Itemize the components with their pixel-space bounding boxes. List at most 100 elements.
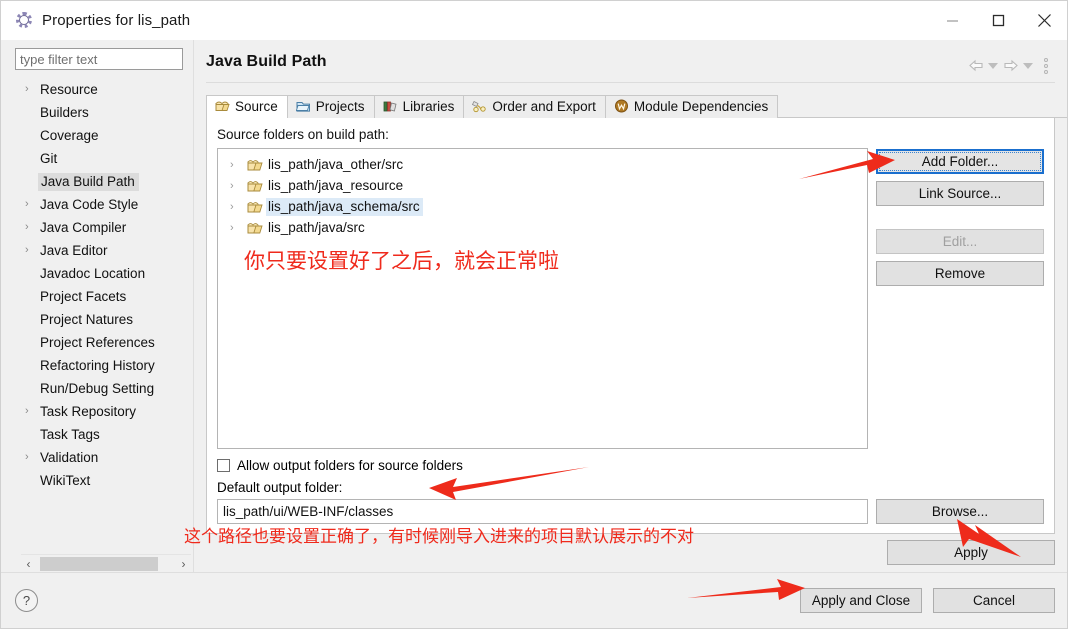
sidebar-item-git[interactable]: Git — [15, 147, 193, 170]
tab-libraries[interactable]: Libraries — [373, 95, 465, 118]
sidebar-item-wikitext[interactable]: WikiText — [15, 469, 193, 492]
sidebar-item-builders[interactable]: Builders — [15, 101, 193, 124]
link-source-button[interactable]: Link Source... — [876, 181, 1044, 206]
scroll-left-icon[interactable]: ‹ — [21, 556, 36, 571]
libraries-icon — [383, 99, 398, 114]
cancel-label: Cancel — [972, 593, 1016, 608]
source-folder-icon — [247, 158, 263, 172]
apply-and-close-button[interactable]: Apply and Close — [800, 588, 922, 613]
expand-chevron-right-icon[interactable]: › — [230, 201, 247, 213]
tab-bar[interactable]: Source Projects Libraries Order and Export M… — [206, 94, 1067, 118]
sidebar-item-project-references[interactable]: Project References — [15, 331, 193, 354]
default-output-folder-input[interactable] — [217, 499, 868, 524]
sidebar-horizontal-scrollbar[interactable]: ‹ › — [21, 554, 191, 572]
sidebar-item-label: Coverage — [40, 128, 99, 143]
source-folder-icon — [247, 179, 263, 193]
add-folder-button[interactable]: Add Folder... — [876, 149, 1044, 174]
tab-module-dependencies[interactable]: Module Dependencies — [604, 95, 779, 118]
page-title: Java Build Path — [206, 53, 327, 70]
default-output-folder-label: Default output folder: — [217, 480, 343, 495]
expand-chevron-right-icon[interactable]: › — [25, 222, 40, 233]
settings-tree[interactable]: › Resource Builders Coverage Git Java Build P… — [15, 78, 193, 554]
button-label: Remove — [934, 266, 986, 281]
sidebar-item-java-build-path[interactable]: Java Build Path — [15, 170, 193, 193]
apply-and-close-label: Apply and Close — [811, 593, 911, 608]
sidebar-item-label: Refactoring History — [40, 358, 155, 373]
order-export-icon — [472, 99, 487, 114]
sidebar-item-label: Java Compiler — [40, 220, 127, 235]
source-actions: Add Folder... Link Source... Edit... Remove — [876, 148, 1044, 449]
expand-chevron-right-icon[interactable]: › — [230, 180, 247, 192]
maximize-button[interactable] — [975, 1, 1021, 39]
sidebar-item-coverage[interactable]: Coverage — [15, 124, 193, 147]
back-arrow-icon[interactable] — [967, 57, 984, 74]
sidebar-item-resource[interactable]: › Resource — [15, 78, 193, 101]
expand-chevron-right-icon[interactable]: › — [25, 199, 40, 210]
source-folder-row[interactable]: › lis_path/java_schema/src — [218, 196, 867, 217]
scroll-right-icon[interactable]: › — [176, 556, 191, 571]
tab-projects[interactable]: Projects — [286, 95, 375, 118]
sidebar-item-label: WikiText — [40, 473, 91, 488]
allow-output-folders-row[interactable]: Allow output folders for source folders — [217, 458, 1044, 473]
cancel-button[interactable]: Cancel — [933, 588, 1055, 613]
back-history-chevron-down-icon[interactable] — [987, 59, 999, 73]
source-folder-icon — [247, 221, 263, 235]
minimize-button[interactable] — [929, 1, 975, 39]
help-icon[interactable]: ? — [15, 589, 38, 612]
dialog-content: ›ResourceBuildersCoverageGitJava Build P… — [1, 40, 1067, 628]
footer-buttons: Apply and Close Cancel — [800, 588, 1055, 613]
edit-button: Edit... — [876, 229, 1044, 254]
sidebar-item-project-natures[interactable]: Project Natures — [15, 308, 193, 331]
expand-chevron-right-icon[interactable]: › — [25, 406, 40, 417]
tab-label: Source — [235, 99, 278, 114]
scrollbar-thumb[interactable] — [40, 556, 158, 571]
expand-chevron-right-icon[interactable]: › — [230, 222, 247, 234]
sidebar-item-label: Resource — [40, 82, 98, 97]
expand-chevron-right-icon[interactable]: › — [25, 452, 40, 463]
sidebar-item-label: Project Facets — [40, 289, 127, 304]
source-folder-row[interactable]: › lis_path/java_resource — [218, 175, 867, 196]
sidebar-item-label: Java Code Style — [40, 197, 139, 212]
source-folder-path: lis_path/java_other/src — [268, 157, 404, 172]
header-divider — [206, 82, 1055, 83]
allow-output-folders-checkbox[interactable] — [217, 459, 230, 472]
tab-source[interactable]: Source — [206, 95, 288, 118]
sidebar-item-javadoc-location[interactable]: Javadoc Location — [15, 262, 193, 285]
sidebar-item-task-tags[interactable]: Task Tags — [15, 423, 193, 446]
sidebar-item-label: Java Build Path — [38, 172, 139, 191]
source-folder-row[interactable]: › lis_path/java/src — [218, 217, 867, 238]
close-button[interactable] — [1021, 1, 1067, 39]
tab-label: Module Dependencies — [633, 99, 769, 114]
settings-page: Java Build Path Source Projects Librarie… — [193, 40, 1067, 572]
sidebar-item-java-editor[interactable]: › Java Editor — [15, 239, 193, 262]
apply-button[interactable]: Apply — [887, 539, 1055, 565]
sidebar-item-label: Task Repository — [40, 404, 137, 419]
browse-button[interactable]: Browse... — [876, 499, 1044, 524]
dialog-upper: ›ResourceBuildersCoverageGitJava Build P… — [1, 40, 1067, 572]
sidebar-item-label: Builders — [40, 105, 89, 120]
sidebar-item-java-code-style[interactable]: › Java Code Style — [15, 193, 193, 216]
remove-button[interactable]: Remove — [876, 261, 1044, 286]
source-folder-row[interactable]: › lis_path/java_other/src — [218, 154, 867, 175]
view-menu-icon[interactable] — [1039, 57, 1053, 74]
source-folders-list[interactable]: › lis_path/java_other/src › lis_path/java_r… — [217, 148, 868, 449]
forward-arrow-icon[interactable] — [1002, 57, 1019, 74]
filter-input[interactable] — [15, 48, 183, 70]
sidebar-item-run-debug-setting[interactable]: Run/Debug Setting — [15, 377, 193, 400]
sidebar-item-project-facets[interactable]: Project Facets — [15, 285, 193, 308]
sidebar-item-task-repository[interactable]: › Task Repository — [15, 400, 193, 423]
sidebar-item-refactoring-history[interactable]: Refactoring History — [15, 354, 193, 377]
tab-order-and-export[interactable]: Order and Export — [463, 95, 606, 118]
scrollbar-track[interactable] — [36, 556, 176, 571]
expand-chevron-right-icon[interactable]: › — [25, 84, 40, 95]
source-folder-path: lis_path/java_resource — [268, 178, 404, 193]
sidebar-item-validation[interactable]: › Validation — [15, 446, 193, 469]
sidebar-item-java-compiler[interactable]: › Java Compiler — [15, 216, 193, 239]
button-label: Edit... — [942, 234, 978, 249]
default-output-folder-row: Browse... — [217, 499, 1044, 524]
forward-history-chevron-down-icon[interactable] — [1022, 59, 1034, 73]
page-header: Java Build Path — [194, 40, 1067, 74]
sidebar-item-label: Java Editor — [40, 243, 108, 258]
expand-chevron-right-icon[interactable]: › — [230, 159, 247, 171]
expand-chevron-right-icon[interactable]: › — [25, 245, 40, 256]
